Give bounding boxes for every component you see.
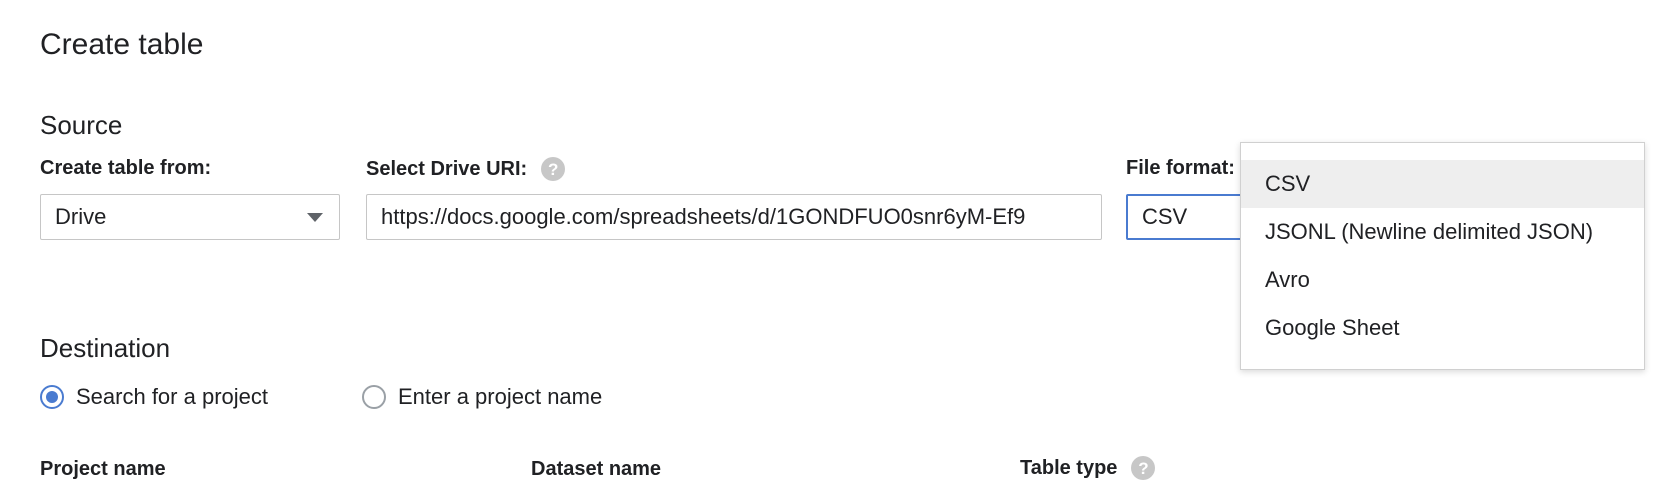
- help-icon[interactable]: ?: [1131, 456, 1156, 480]
- source-section-title: Source: [40, 110, 123, 140]
- file-format-value: CSV: [1142, 204, 1188, 229]
- menu-item-jsonl[interactable]: JSONL (Newline delimited JSON): [1241, 208, 1644, 256]
- drive-uri-value: https://docs.google.com/spreadsheets/d/1…: [381, 204, 1026, 229]
- radio-button-checked[interactable]: [40, 385, 64, 409]
- file-format-label: File format:: [1126, 157, 1235, 180]
- radio-enter-label: Enter a project name: [398, 384, 603, 409]
- destination-section-title: Destination: [40, 333, 171, 363]
- drive-uri-label-text: Select Drive URI:: [366, 157, 528, 180]
- menu-item-csv[interactable]: CSV: [1241, 160, 1644, 208]
- chevron-down-icon: [307, 213, 323, 222]
- file-format-dropdown-menu: CSV JSONL (Newline delimited JSON) Avro …: [1240, 142, 1645, 370]
- table-type-label: Table type ?: [1020, 456, 1156, 480]
- table-type-label-text: Table type: [1020, 456, 1118, 479]
- radio-button-unchecked[interactable]: [362, 385, 386, 409]
- create-from-select[interactable]: Drive: [40, 194, 340, 240]
- drive-uri-label: Select Drive URI: ?: [366, 157, 566, 181]
- radio-search-project[interactable]: Search for a project: [40, 384, 268, 410]
- create-from-label-text: Create table from:: [40, 157, 212, 179]
- page-title: Create table: [40, 28, 204, 61]
- radio-dot: [46, 391, 58, 403]
- menu-item-google-sheet[interactable]: Google Sheet: [1241, 304, 1644, 352]
- create-from-value: Drive: [55, 204, 107, 229]
- dataset-name-label-text: Dataset name: [531, 458, 662, 480]
- create-from-label: Create table from:: [40, 157, 211, 180]
- menu-item-avro[interactable]: Avro: [1241, 256, 1644, 304]
- file-format-label-text: File format:: [1126, 157, 1235, 179]
- radio-search-label: Search for a project: [76, 384, 268, 409]
- dataset-name-label: Dataset name: [531, 458, 661, 481]
- help-icon[interactable]: ?: [541, 157, 566, 181]
- project-name-label-text: Project name: [40, 458, 166, 480]
- project-name-label: Project name: [40, 458, 166, 481]
- drive-uri-input[interactable]: https://docs.google.com/spreadsheets/d/1…: [366, 194, 1102, 240]
- radio-enter-project[interactable]: Enter a project name: [362, 384, 602, 410]
